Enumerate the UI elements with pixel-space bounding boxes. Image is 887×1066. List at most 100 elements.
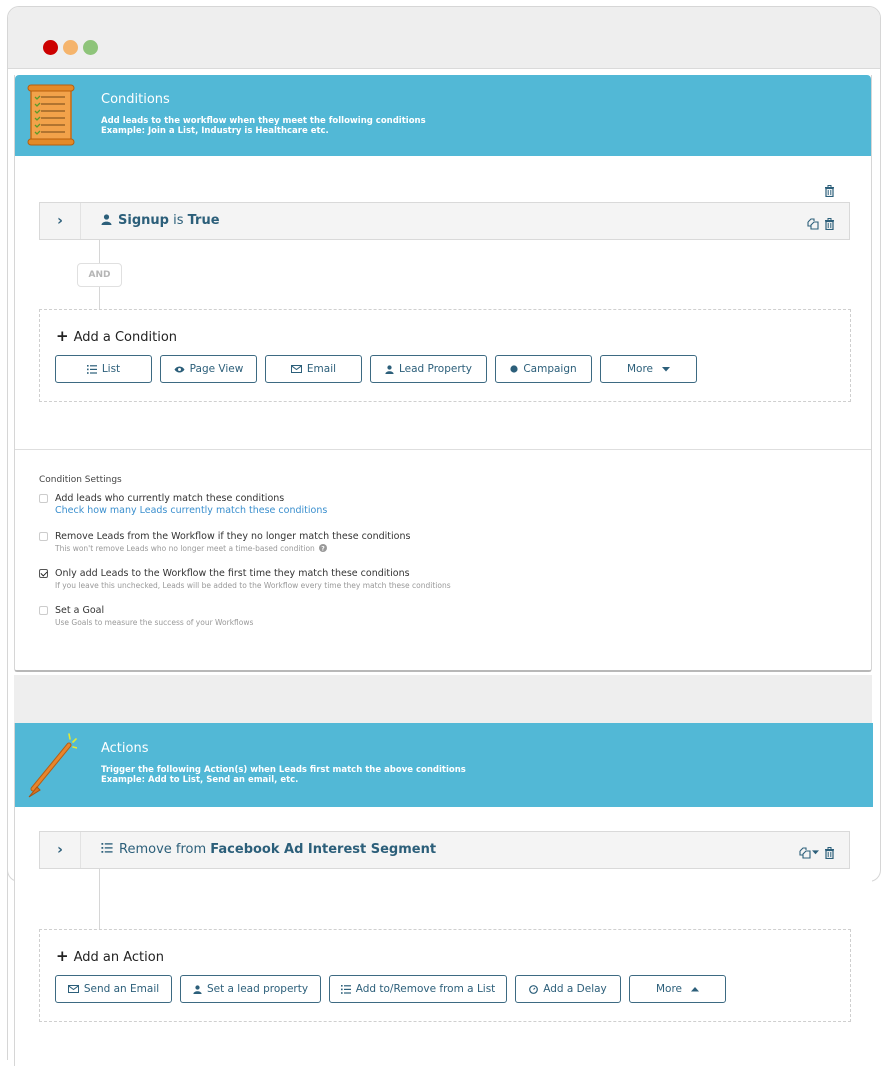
conditions-header: Conditions Add leads to the workflow whe… — [15, 75, 871, 156]
add-remove-list-button[interactable]: Add to/Remove from a List — [329, 975, 507, 1003]
condition-settings-heading: Condition Settings — [39, 475, 122, 485]
button-label: Add a Delay — [543, 983, 607, 995]
add-delay-button[interactable]: Add a Delay — [515, 975, 621, 1003]
trash-icon — [825, 217, 834, 230]
actions-title: Actions — [101, 741, 149, 756]
button-label: Set a lead property — [206, 983, 309, 995]
remove-leads-checkbox[interactable] — [39, 532, 48, 541]
button-label: Email — [306, 363, 337, 375]
rule-operator: is — [168, 213, 188, 228]
add-condition-label: Add a Condition — [73, 330, 178, 345]
setting-set-goal: Set a Goal Use Goals to measure the succ… — [39, 605, 819, 628]
user-icon — [101, 213, 112, 225]
frame-edge — [7, 860, 8, 1060]
user-icon — [193, 984, 202, 994]
condition-rule-row[interactable]: › Signup is True — [39, 202, 850, 240]
expand-chevron-icon[interactable]: › — [40, 832, 81, 868]
button-label: Campaign — [523, 363, 577, 375]
setting-hint: Use Goals to measure the success of your… — [55, 618, 254, 627]
condition-more-button[interactable]: More — [600, 355, 697, 383]
envelope-icon — [67, 985, 79, 993]
button-label: Add to/Remove from a List — [355, 983, 496, 995]
action-more-button[interactable]: More — [629, 975, 726, 1003]
action-rule-row[interactable]: › Remove from Facebook Ad Interest Segme… — [39, 831, 850, 869]
condition-type-buttons: List Page View Email Lead Property Campa… — [55, 355, 697, 383]
add-condition-title: + Add a Condition — [56, 327, 177, 345]
copy-button[interactable] — [799, 842, 811, 861]
list-icon — [340, 984, 351, 994]
add-condition-box: + Add a Condition List Page View Email Le… — [39, 309, 851, 402]
envelope-icon — [290, 365, 302, 373]
action-rule-label: Remove from Facebook Ad Interest Segment — [101, 842, 436, 857]
setting-label: Only add Leads to the Workflow the first… — [55, 568, 410, 579]
conditions-subtitle: Add leads to the workflow when they meet… — [101, 116, 426, 136]
button-label: Page View — [189, 363, 244, 375]
action-rule-tools — [799, 842, 835, 861]
magic-wand-icon — [28, 733, 77, 798]
check-matching-leads-link[interactable]: Check how many Leads currently match the… — [55, 505, 819, 517]
circle-icon — [510, 365, 518, 373]
clock-icon — [529, 984, 539, 994]
svg-text:?: ? — [321, 545, 325, 552]
window-maximize-button[interactable] — [83, 40, 98, 55]
condition-list-button[interactable]: List — [55, 355, 152, 383]
condition-rule-label: Signup is True — [101, 213, 220, 228]
setting-hint: This won't remove Leads who no longer me… — [55, 543, 819, 554]
conditions-subtitle-line: Add leads to the workflow when they meet… — [101, 116, 426, 126]
window-minimize-button[interactable] — [63, 40, 78, 55]
setting-hint-text: This won't remove Leads who no longer me… — [55, 544, 315, 553]
rule-field: Signup — [118, 213, 169, 228]
trash-icon — [825, 846, 834, 859]
expand-chevron-icon[interactable]: › — [40, 203, 81, 239]
actions-panel: Actions Trigger the following Action(s) … — [14, 723, 873, 1066]
setting-label: Remove Leads from the Workflow if they n… — [55, 531, 411, 542]
button-label: Lead Property — [399, 363, 472, 375]
button-label: List — [101, 363, 121, 375]
window-close-button[interactable] — [43, 40, 58, 55]
setting-add-current-leads: Add leads who currently match these cond… — [39, 493, 819, 517]
actions-subtitle-line: Trigger the following Action(s) when Lea… — [101, 765, 466, 775]
add-action-title: + Add an Action — [56, 947, 164, 965]
set-lead-property-button[interactable]: Set a lead property — [180, 975, 321, 1003]
delete-button[interactable] — [824, 213, 835, 232]
actions-example-line: Example: Add to List, Send an email, etc… — [101, 775, 299, 785]
plus-icon: + — [56, 947, 69, 965]
rule-target: Facebook Ad Interest Segment — [210, 842, 437, 857]
condition-lead-property-button[interactable]: Lead Property — [370, 355, 487, 383]
setting-label: Set a Goal — [55, 605, 105, 616]
list-icon — [86, 364, 97, 374]
conditions-title: Conditions — [101, 92, 170, 107]
actions-subtitle: Trigger the following Action(s) when Lea… — [101, 765, 466, 785]
condition-campaign-button[interactable]: Campaign — [495, 355, 592, 383]
first-time-only-checkbox[interactable] — [39, 569, 48, 578]
conditions-panel: Conditions Add leads to the workflow whe… — [14, 75, 872, 672]
plus-icon: + — [56, 327, 69, 345]
rule-verb: Remove from — [119, 842, 211, 857]
section-gap — [14, 675, 872, 723]
copy-options-dropdown[interactable] — [812, 842, 819, 861]
delete-button[interactable] — [824, 842, 835, 861]
condition-rule-tools — [807, 213, 835, 232]
trash-icon — [825, 184, 834, 197]
and-joiner-badge: AND — [77, 263, 122, 287]
button-label: More — [655, 983, 683, 995]
checklist-scroll-icon — [27, 84, 75, 146]
window-titlebar — [8, 7, 880, 69]
help-icon[interactable]: ? — [319, 544, 328, 552]
connector-line — [99, 869, 100, 929]
condition-page-view-button[interactable]: Page View — [160, 355, 257, 383]
list-icon — [101, 843, 113, 853]
user-icon — [385, 364, 394, 374]
setting-label: Add leads who currently match these cond… — [55, 493, 285, 504]
eye-icon — [174, 366, 185, 372]
send-email-button[interactable]: Send an Email — [55, 975, 172, 1003]
setting-first-time-only: Only add Leads to the Workflow the first… — [39, 568, 819, 591]
delete-all-conditions-button[interactable] — [824, 180, 835, 199]
setting-remove-leads: Remove Leads from the Workflow if they n… — [39, 531, 819, 554]
condition-email-button[interactable]: Email — [265, 355, 362, 383]
actions-header: Actions Trigger the following Action(s) … — [15, 723, 873, 807]
add-action-box: + Add an Action Send an Email Set a lead … — [39, 929, 851, 1022]
add-current-leads-checkbox[interactable] — [39, 494, 48, 503]
copy-button[interactable] — [807, 213, 819, 232]
set-goal-checkbox[interactable] — [39, 606, 48, 615]
